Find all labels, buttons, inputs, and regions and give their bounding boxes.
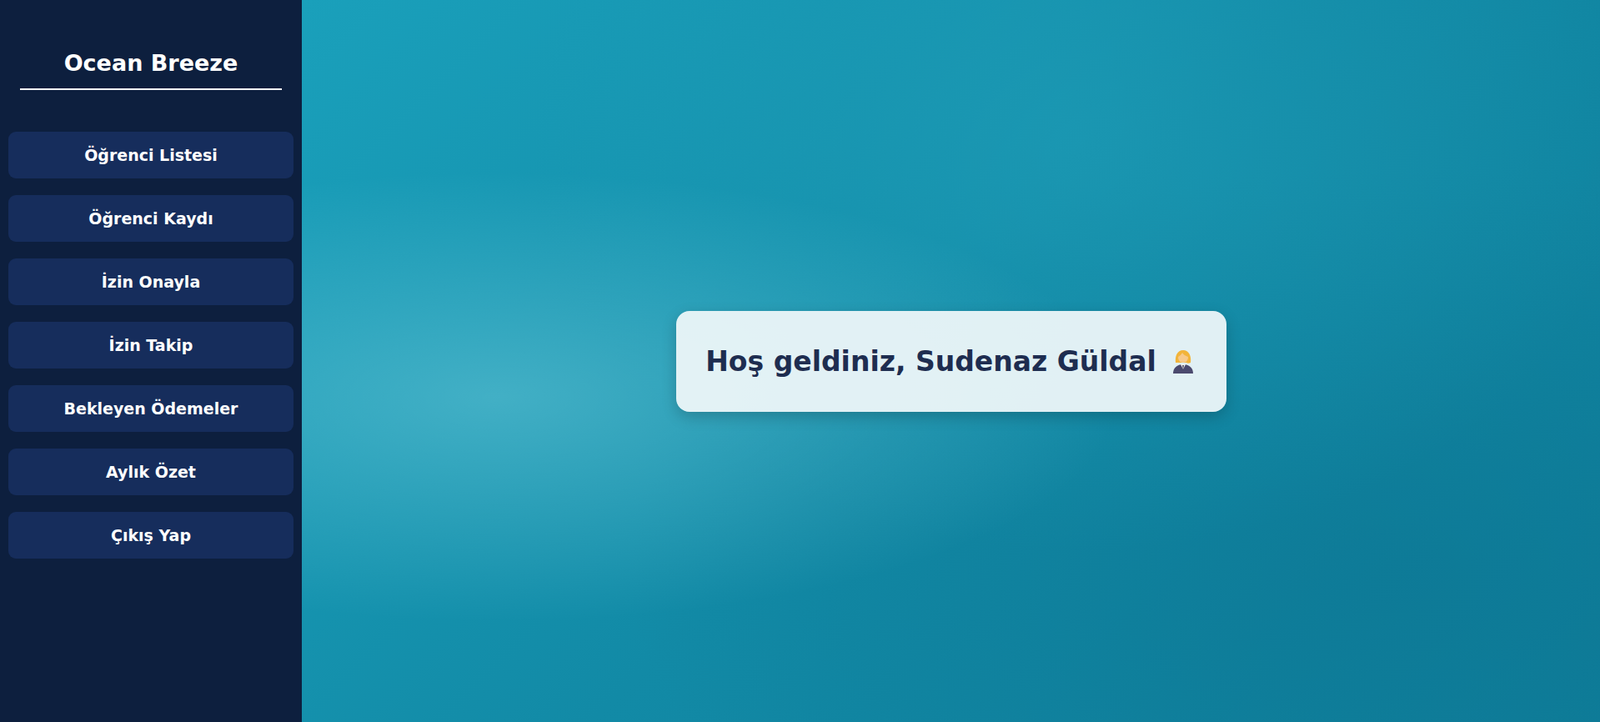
- sidebar-item[interactable]: Bekleyen Ödemeler: [8, 385, 294, 432]
- title-divider: [20, 88, 282, 91]
- office-worker-icon: [1169, 347, 1197, 375]
- ocean-background-photo: Hoş geldiniz, Sudenaz Güldal: [301, 0, 1600, 722]
- sidebar-title: Ocean Breeze: [64, 50, 239, 77]
- welcome-text: Hoş geldiniz, Sudenaz Güldal: [705, 345, 1157, 378]
- sidebar: Ocean Breeze Öğrenci Listesi Öğrenci Kayd…: [0, 0, 302, 722]
- welcome-card: Hoş geldiniz, Sudenaz Güldal: [676, 310, 1227, 412]
- page: Ocean Breeze Öğrenci Listesi Öğrenci Kayd…: [0, 0, 1600, 722]
- sidebar-item[interactable]: Öğrenci Listesi: [8, 131, 294, 179]
- sidebar-item[interactable]: Aylık Özet: [8, 448, 294, 496]
- sidebar-item[interactable]: Çıkış Yap: [8, 511, 294, 559]
- sidebar-item[interactable]: İzin Onayla: [8, 258, 294, 306]
- sidebar-item[interactable]: İzin Takip: [8, 321, 294, 369]
- sidebar-menu: Öğrenci Listesi Öğrenci Kaydı İzin Onayla İ…: [8, 131, 294, 559]
- sidebar-item[interactable]: Öğrenci Kaydı: [8, 195, 294, 242]
